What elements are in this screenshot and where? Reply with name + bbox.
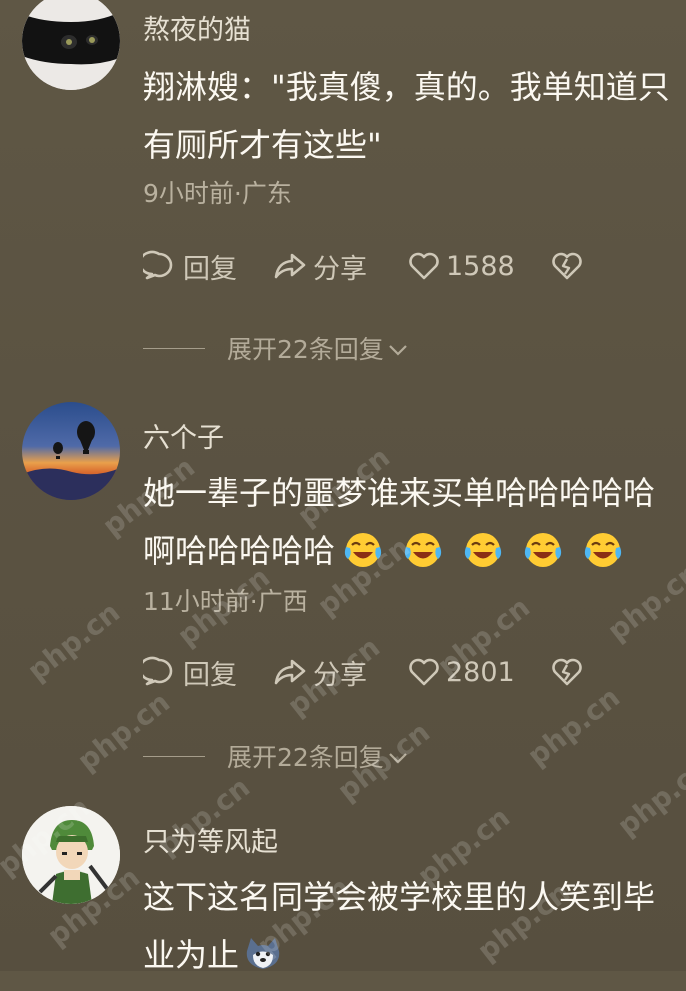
like-button[interactable]: 1588 (408, 251, 551, 282)
expand-replies[interactable]: 展开22条回复 (143, 738, 408, 774)
chevron-down-icon (388, 334, 408, 363)
comment-username[interactable]: 熬夜的猫 (143, 8, 251, 47)
expand-replies-label: 展开22条回复 (227, 743, 384, 772)
comment-text: 她一辈子的噩梦谁来买单哈哈哈哈哈啊哈哈哈哈哈 (143, 464, 663, 580)
comment-item: 熬夜的猫 翔淋嫂："我真傻，真的。我单知道只有厕所才有这些" 9小时前·广东 回… (0, 0, 686, 380)
share-icon (273, 250, 307, 282)
husky-dog-emoji (243, 933, 283, 971)
share-icon (273, 656, 307, 688)
share-button[interactable]: 分享 (273, 247, 408, 286)
comment-item: 只为等风起 这下这名同学会被学校里的人笑到毕业为止 (0, 780, 686, 974)
share-label: 分享 (313, 659, 367, 691)
comment-username[interactable]: 只为等风起 (143, 820, 278, 859)
reply-icon (143, 656, 175, 688)
share-button[interactable]: 分享 (273, 653, 408, 692)
comment-actions: 回复 分享 1588 (143, 246, 583, 286)
divider-line (143, 755, 205, 757)
crying-laughing-emoji (463, 529, 503, 567)
share-label: 分享 (313, 253, 367, 285)
heart-icon (408, 251, 440, 281)
like-button[interactable]: 2801 (408, 657, 551, 688)
crying-laughing-emoji (403, 529, 443, 567)
crying-laughing-emoji (343, 529, 383, 567)
comment-text: 翔淋嫂："我真傻，真的。我单知道只有厕所才有这些" (143, 68, 670, 164)
broken-heart-icon (551, 657, 583, 687)
reply-label: 回复 (183, 253, 237, 285)
avatar[interactable] (22, 0, 120, 90)
comment-text: 这下这名同学会被学校里的人笑到毕业为止 (143, 868, 668, 984)
comment-meta: 11小时前·广西 (143, 587, 308, 616)
dislike-button[interactable] (551, 251, 583, 281)
comment-meta: 9小时前·广东 (143, 179, 292, 208)
comment-actions: 回复 分享 2801 (143, 652, 583, 692)
expand-replies-label: 展开22条回复 (227, 335, 384, 364)
reply-label: 回复 (183, 659, 237, 691)
crying-laughing-emoji (583, 529, 623, 567)
like-count: 2801 (446, 656, 515, 688)
chevron-down-icon (388, 742, 408, 771)
reply-icon (143, 250, 175, 282)
crying-laughing-emoji-group (335, 532, 643, 570)
comment-text-content: 这下这名同学会被学校里的人笑到毕业为止 (143, 878, 656, 974)
dislike-button[interactable] (551, 657, 583, 687)
avatar[interactable] (22, 402, 120, 500)
divider-line (143, 347, 205, 349)
reply-button[interactable]: 回复 (143, 247, 273, 286)
hot-air-balloon-sunset-avatar-icon (22, 402, 120, 500)
comment-item: 六个子 她一辈子的噩梦谁来买单哈哈哈哈哈啊哈哈哈哈哈 11小时前·广西 回复 分… (0, 380, 686, 780)
heart-icon (408, 657, 440, 687)
crying-laughing-emoji (523, 529, 563, 567)
anime-swordsman-avatar-icon (22, 806, 120, 904)
expand-replies[interactable]: 展开22条回复 (143, 330, 408, 366)
avatar[interactable] (22, 806, 120, 904)
like-count: 1588 (446, 250, 515, 282)
comment-username[interactable]: 六个子 (143, 416, 224, 455)
black-cat-avatar-icon (22, 0, 120, 90)
broken-heart-icon (551, 251, 583, 281)
reply-button[interactable]: 回复 (143, 653, 273, 692)
